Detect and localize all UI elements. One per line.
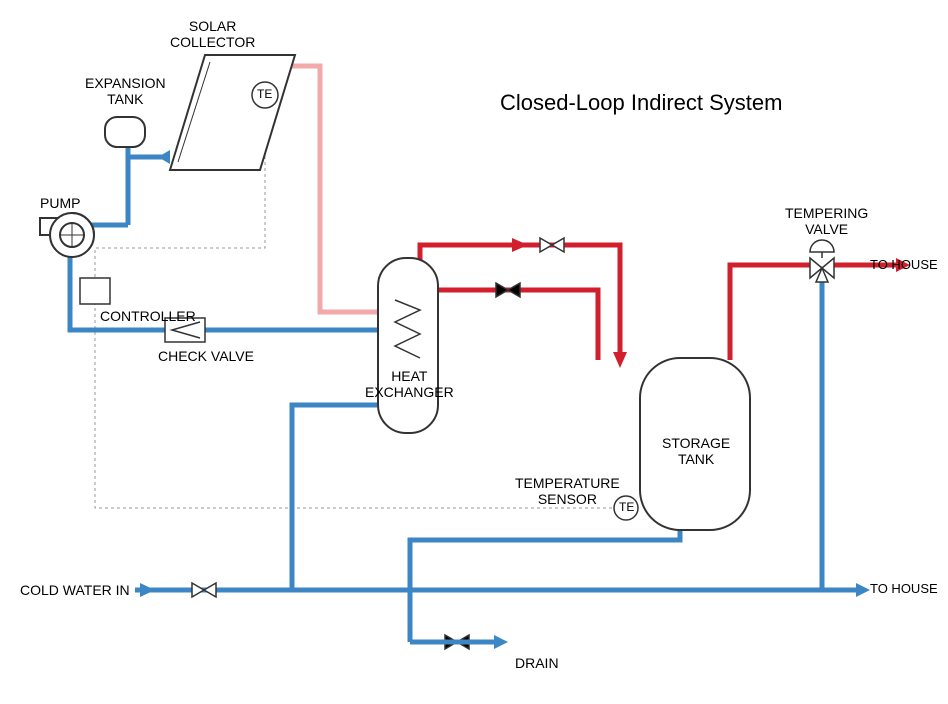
arrow-hot-to-storage <box>613 352 627 368</box>
pump <box>40 213 94 257</box>
expansion-tank <box>105 117 145 147</box>
heat-exchanger <box>378 258 438 433</box>
solar-collector <box>170 55 295 170</box>
arrow-to-house-bottom <box>856 583 870 597</box>
label-te2: TE <box>619 501 634 515</box>
tempering-valve <box>810 240 834 282</box>
diagram-title: Closed-Loop Indirect System <box>500 90 782 115</box>
label-storage-tank: STORAGE TANK <box>662 435 730 467</box>
label-to-house-bottom: TO HOUSE <box>870 582 938 597</box>
label-cold-water-in: COLD WATER IN <box>20 582 130 598</box>
label-tempering-valve: TEMPERING VALVE <box>785 205 868 237</box>
arrow-cold-in <box>140 583 155 597</box>
label-pump: PUMP <box>40 195 80 211</box>
label-drain: DRAIN <box>515 655 559 671</box>
arrow-to-collector <box>158 150 170 164</box>
label-check-valve: CHECK VALVE <box>158 348 254 364</box>
arrow-drain <box>494 635 508 649</box>
label-heat-exchanger: HEAT EXCHANGER <box>365 368 454 400</box>
controller <box>80 278 110 304</box>
label-controller: CONTROLLER <box>100 308 196 324</box>
label-te1: TE <box>257 88 272 102</box>
label-temperature-sensor: TEMPERATURE SENSOR <box>515 475 620 507</box>
label-to-house-top: TO HOUSE <box>870 258 938 273</box>
label-expansion-tank: EXPANSION TANK <box>85 75 166 107</box>
arrow-hot-upper-mid <box>512 238 528 252</box>
label-solar-collector: SOLAR COLLECTOR <box>170 18 255 50</box>
warm-pipe <box>290 66 378 312</box>
